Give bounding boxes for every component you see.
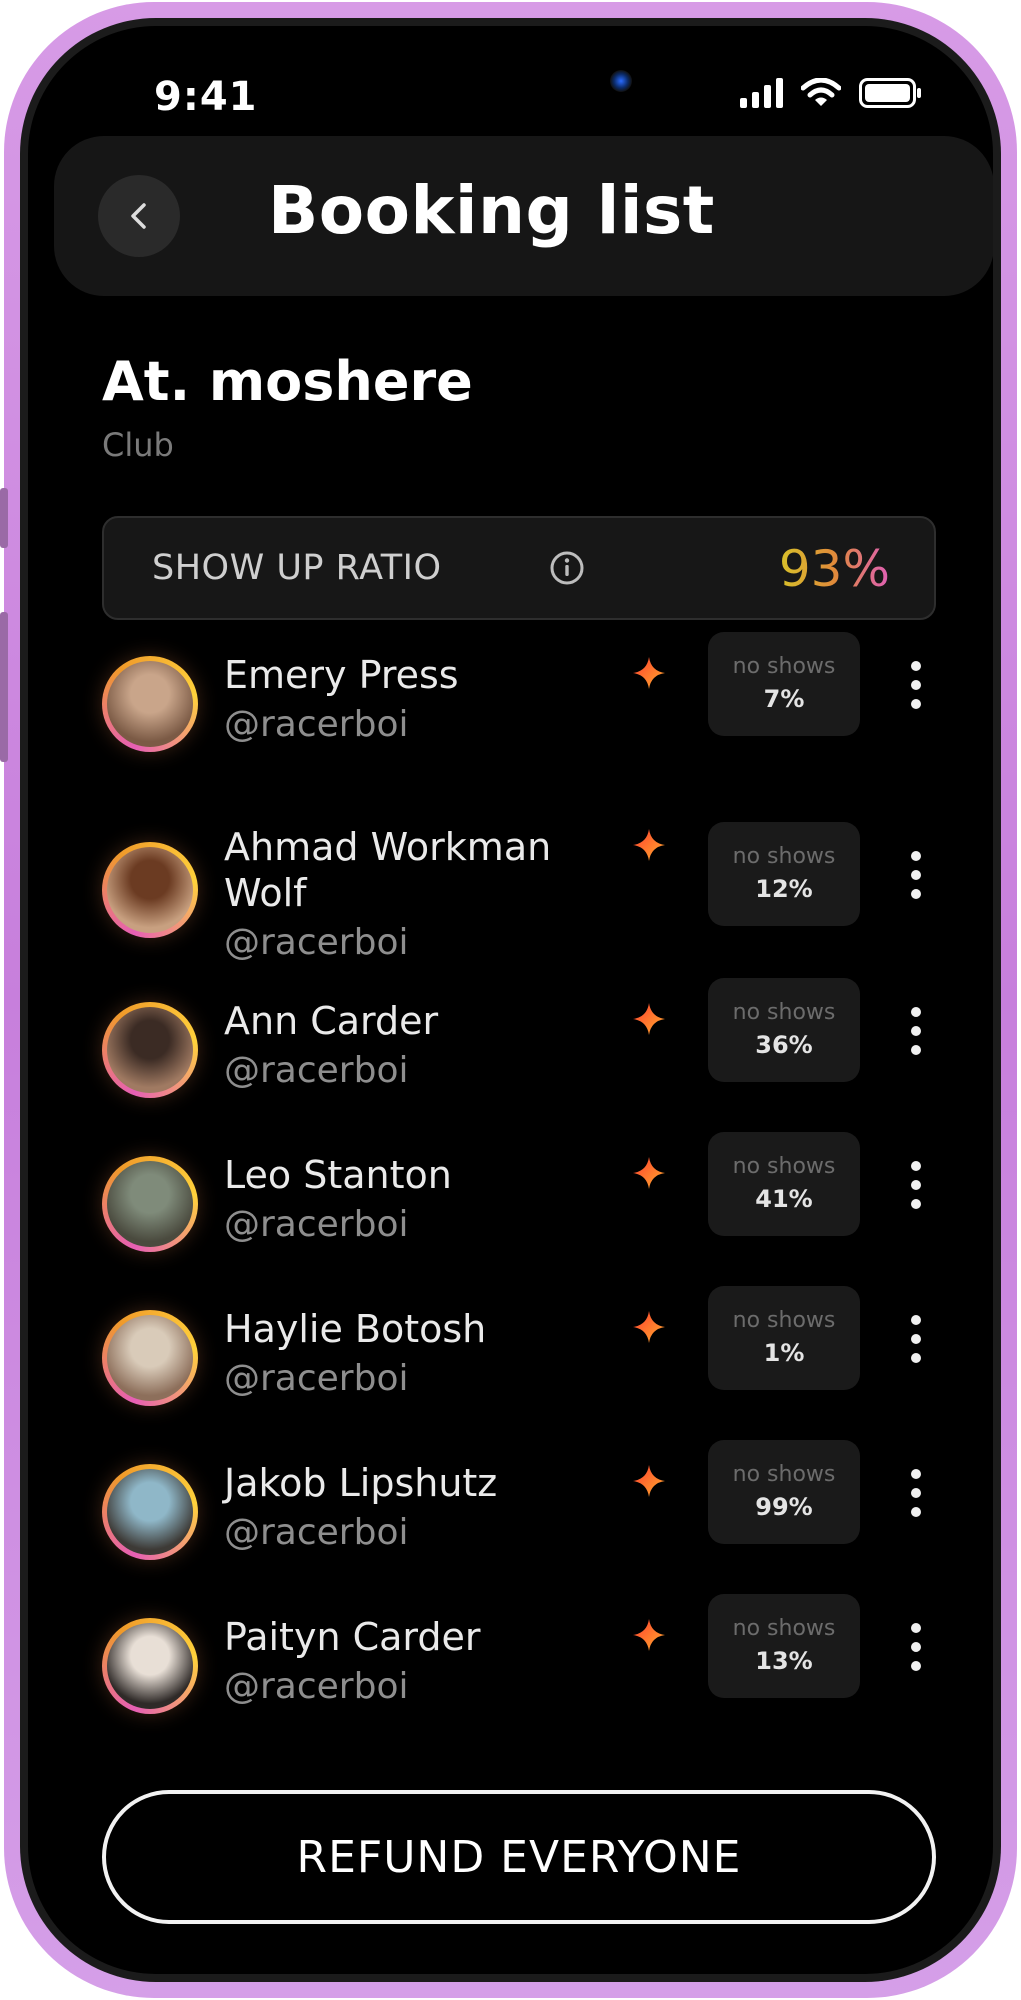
venue-type: Club <box>102 426 174 464</box>
no-shows-label: no shows <box>732 654 836 679</box>
booking-name: Haylie Botosh <box>224 1307 487 1351</box>
no-shows-value: 41% <box>755 1185 813 1213</box>
booking-handle: @racerboi <box>224 704 409 745</box>
cellular-signal-icon <box>740 78 783 108</box>
booking-handle: @racerboi <box>224 922 409 963</box>
chevron-left-icon <box>131 203 146 229</box>
sparkle-star-icon <box>633 1311 665 1343</box>
more-vertical-icon[interactable] <box>901 1312 931 1366</box>
no-shows-value: 1% <box>763 1339 805 1367</box>
no-shows-badge: no shows 36% <box>708 978 860 1082</box>
more-vertical-icon[interactable] <box>901 1158 931 1212</box>
no-shows-badge: no shows 13% <box>708 1594 860 1698</box>
sparkle-star-icon <box>633 1157 665 1189</box>
no-shows-label: no shows <box>732 1616 836 1641</box>
booking-row[interactable]: Haylie Botosh @racerboi no shows 1% <box>28 1286 993 1440</box>
more-vertical-icon[interactable] <box>901 848 931 902</box>
app-screen: 9:41 Booking list At. moshere Club SHOW … <box>28 26 993 1974</box>
page-title: Booking list <box>268 172 715 249</box>
booking-name: Paityn Carder <box>224 1615 481 1659</box>
more-vertical-icon[interactable] <box>901 1466 931 1520</box>
no-shows-label: no shows <box>732 1462 836 1487</box>
booking-handle: @racerboi <box>224 1358 409 1399</box>
more-vertical-icon[interactable] <box>901 658 931 712</box>
sparkle-star-icon <box>633 1619 665 1651</box>
status-icons <box>740 78 923 108</box>
avatar[interactable] <box>102 1464 198 1560</box>
avatar[interactable] <box>102 1156 198 1252</box>
no-shows-label: no shows <box>732 844 836 869</box>
no-shows-badge: no shows 41% <box>708 1132 860 1236</box>
avatar[interactable] <box>102 842 198 938</box>
booking-row[interactable]: Ann Carder @racerboi no shows 36% <box>28 978 993 1132</box>
avatar-photo <box>107 1161 193 1247</box>
sparkle-star-icon <box>633 829 665 861</box>
status-time: 9:41 <box>154 74 258 120</box>
avatar-photo <box>107 1469 193 1555</box>
booking-row[interactable]: Ahmad Workman Wolf @racerboi no shows 12… <box>28 818 993 978</box>
no-shows-badge: no shows 1% <box>708 1286 860 1390</box>
booking-row[interactable]: Paityn Carder @racerboi no shows 13% <box>28 1594 993 1748</box>
no-shows-badge: no shows 12% <box>708 822 860 926</box>
booking-name: Emery Press <box>224 653 459 697</box>
booking-row[interactable]: Leo Stanton @racerboi no shows 41% <box>28 1132 993 1286</box>
no-shows-value: 99% <box>755 1493 813 1521</box>
phone-bezel: 9:41 Booking list At. moshere Club SHOW … <box>20 18 1001 1982</box>
no-shows-value: 12% <box>755 875 813 903</box>
no-shows-label: no shows <box>732 1000 836 1025</box>
avatar-photo <box>107 1007 193 1093</box>
booking-handle: @racerboi <box>224 1204 409 1245</box>
show-up-ratio-card: SHOW UP RATIO 93% <box>102 516 936 620</box>
no-shows-badge: no shows 99% <box>708 1440 860 1544</box>
more-vertical-icon[interactable] <box>901 1004 931 1058</box>
booking-row[interactable]: Emery Press @racerboi no shows 7% <box>28 632 993 786</box>
booking-name: Ann Carder <box>224 999 439 1043</box>
sparkle-star-icon <box>633 1003 665 1035</box>
camera-icon <box>610 70 632 92</box>
booking-name: Leo Stanton <box>224 1153 452 1197</box>
booking-name: Ahmad Workman Wolf <box>224 825 552 915</box>
sparkle-star-icon <box>633 657 665 689</box>
no-shows-badge: no shows 7% <box>708 632 860 736</box>
more-vertical-icon[interactable] <box>901 1620 931 1674</box>
booking-handle: @racerboi <box>224 1512 409 1553</box>
no-shows-label: no shows <box>732 1154 836 1179</box>
booking-handle: @racerboi <box>224 1050 409 1091</box>
avatar-photo <box>107 1623 193 1709</box>
avatar[interactable] <box>102 1618 198 1714</box>
avatar-photo <box>107 661 193 747</box>
booking-row[interactable]: Jakob Lipshutz @racerboi no shows 99% <box>28 1440 993 1594</box>
avatar-photo <box>107 1315 193 1401</box>
venue-name: At. moshere <box>102 350 473 413</box>
no-shows-value: 36% <box>755 1031 813 1059</box>
battery-icon <box>859 78 921 108</box>
phone-frame: 9:41 Booking list At. moshere Club SHOW … <box>4 2 1017 1998</box>
avatar[interactable] <box>102 1310 198 1406</box>
phone-side-button <box>0 612 8 762</box>
no-shows-value: 13% <box>755 1647 813 1675</box>
refund-everyone-button[interactable]: REFUND EVERYONE <box>102 1790 936 1924</box>
booking-handle: @racerboi <box>224 1666 409 1707</box>
no-shows-label: no shows <box>732 1308 836 1333</box>
back-button[interactable] <box>98 175 180 257</box>
avatar[interactable] <box>102 1002 198 1098</box>
show-up-ratio-label: SHOW UP RATIO <box>152 548 442 588</box>
avatar[interactable] <box>102 656 198 752</box>
wifi-icon <box>801 78 841 106</box>
booking-name: Jakob Lipshutz <box>224 1461 498 1505</box>
phone-side-button <box>0 488 8 548</box>
avatar-photo <box>107 847 193 933</box>
sparkle-star-icon <box>633 1465 665 1497</box>
no-shows-value: 7% <box>763 685 805 713</box>
show-up-ratio-value: 93% <box>778 540 890 598</box>
info-icon[interactable] <box>549 550 585 586</box>
